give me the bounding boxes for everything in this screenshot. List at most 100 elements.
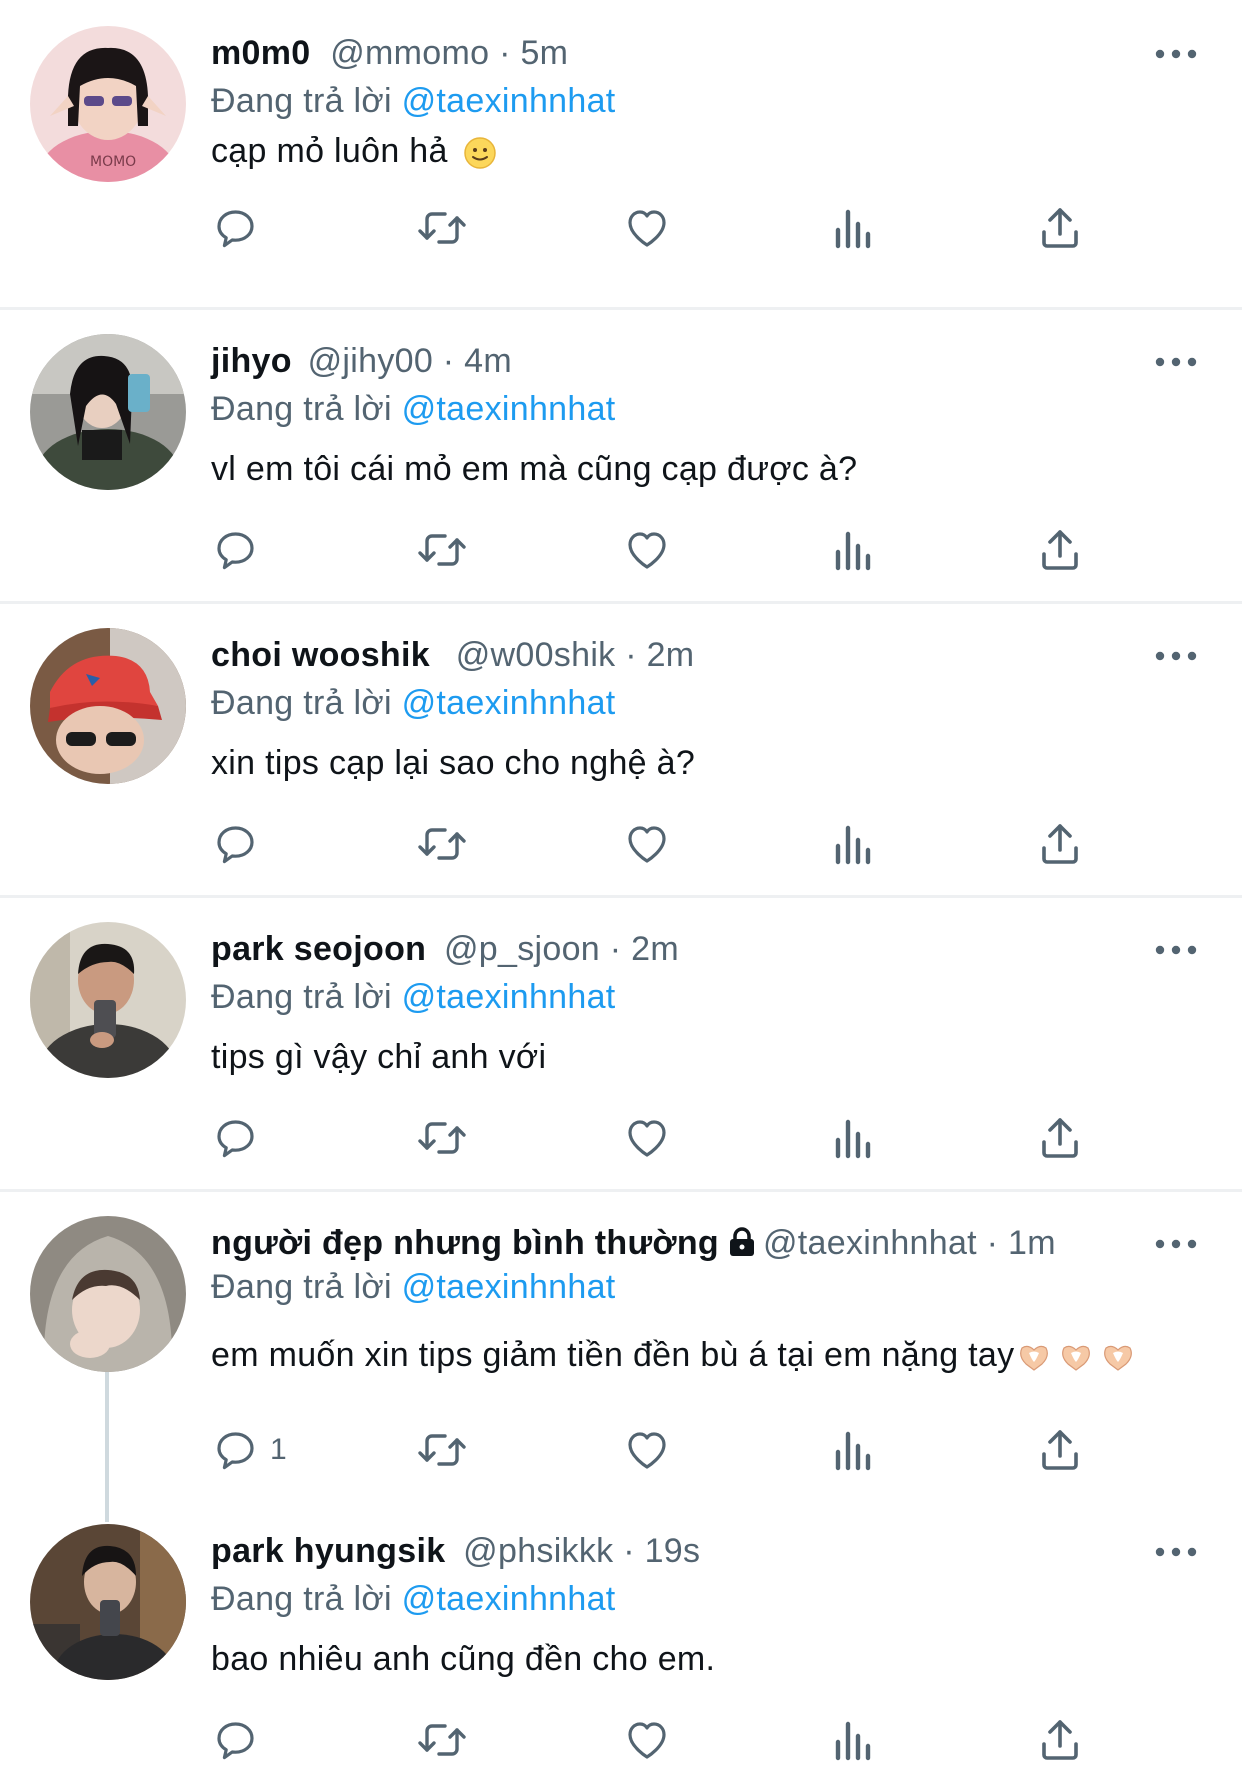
views-button[interactable]: [832, 1108, 876, 1168]
divider: [0, 1189, 1242, 1192]
views-button[interactable]: [832, 1420, 876, 1480]
like-button[interactable]: [623, 198, 671, 258]
tweet-text: cạp mỏ luôn hả: [211, 130, 497, 180]
mention-link[interactable]: @taexinhnhat: [402, 978, 616, 1016]
views-button[interactable]: [832, 520, 876, 580]
user-handle[interactable]: @w00shik: [456, 636, 616, 674]
retweet-button[interactable]: [415, 1420, 469, 1480]
share-button[interactable]: [1036, 1710, 1084, 1770]
display-name[interactable]: jihyo: [211, 342, 292, 380]
more-icon[interactable]: [1154, 354, 1198, 370]
user-handle[interactable]: @mmomo: [330, 34, 489, 72]
avatar[interactable]: MOMO: [30, 26, 186, 182]
tweet[interactable]: jihyo @jihy00 · 4m Đang trả lời @taexinh…: [0, 334, 1242, 584]
mention-link[interactable]: @taexinhnhat: [402, 1268, 616, 1306]
more-icon[interactable]: [1154, 1544, 1198, 1560]
avatar[interactable]: [30, 334, 186, 490]
tweet-text-content: cạp mỏ luôn hả: [211, 132, 448, 170]
display-name[interactable]: người đẹp nhưng bình thường: [211, 1224, 719, 1262]
tweet[interactable]: park hyungsik @phsikkk · 19s Đang trả lờ…: [0, 1524, 1242, 1782]
more-icon[interactable]: [1154, 942, 1198, 958]
share-button[interactable]: [1036, 198, 1084, 258]
share-button[interactable]: [1036, 814, 1084, 874]
reply-button[interactable]: [212, 520, 260, 580]
reply-feed: MOMO m0m0 @mmomo · 5m Đang trả lời @taex…: [0, 0, 1242, 1782]
avatar[interactable]: [30, 628, 186, 784]
retweet-button[interactable]: [415, 1108, 469, 1168]
timestamp[interactable]: 4m: [464, 342, 512, 380]
display-name[interactable]: park hyungsik: [211, 1532, 445, 1570]
share-button[interactable]: [1036, 1108, 1084, 1168]
tweet[interactable]: park seojoon @p_sjoon · 2m Đang trả lời …: [0, 922, 1242, 1172]
like-icon: [623, 1716, 671, 1764]
tweet[interactable]: người đẹp nhưng bình thường @taexinhnhat …: [0, 1216, 1242, 1506]
replying-to: Đang trả lời @taexinhnhat: [211, 976, 616, 1018]
like-icon: [623, 1426, 671, 1474]
display-name[interactable]: choi wooshik: [211, 636, 430, 674]
mention-link[interactable]: @taexinhnhat: [402, 82, 616, 120]
retweet-button[interactable]: [415, 198, 469, 258]
tweet[interactable]: MOMO m0m0 @mmomo · 5m Đang trả lời @taex…: [0, 26, 1242, 286]
like-button[interactable]: [623, 1420, 671, 1480]
reply-button[interactable]: [212, 198, 260, 258]
timestamp[interactable]: 19s: [645, 1532, 701, 1570]
tweet-text: bao nhiêu anh cũng đền cho em.: [211, 1638, 715, 1680]
timestamp[interactable]: 2m: [647, 636, 695, 674]
more-icon[interactable]: [1154, 648, 1198, 664]
reply-button[interactable]: [212, 1710, 260, 1770]
like-button[interactable]: [623, 1710, 671, 1770]
share-button[interactable]: [1036, 520, 1084, 580]
heart-hands-icon: [1018, 1340, 1142, 1382]
replying-to: Đang trả lời @taexinhnhat: [211, 388, 616, 430]
divider: [0, 307, 1242, 310]
reply-button[interactable]: [212, 1108, 260, 1168]
avatar[interactable]: [30, 1524, 186, 1680]
retweet-icon: [415, 204, 469, 252]
separator-dot: ·: [499, 34, 511, 72]
avatar[interactable]: [30, 922, 186, 1078]
tweet[interactable]: choi wooshik @w00shik · 2m Đang trả lời …: [0, 628, 1242, 878]
user-handle[interactable]: @phsikkk: [463, 1532, 613, 1570]
display-name[interactable]: park seojoon: [211, 930, 426, 968]
tweet-actions: [0, 198, 1242, 258]
like-button[interactable]: [623, 1108, 671, 1168]
tweet-actions: [0, 1710, 1242, 1770]
timestamp[interactable]: 2m: [631, 930, 679, 968]
user-handle[interactable]: @p_sjoon: [444, 930, 600, 968]
timestamp[interactable]: 1m: [1008, 1224, 1056, 1262]
tweet-header: park seojoon @p_sjoon · 2m: [211, 928, 679, 970]
reply-icon: [212, 1716, 260, 1764]
views-icon: [832, 1426, 876, 1474]
more-icon[interactable]: [1154, 1236, 1198, 1252]
lock-icon: [727, 1226, 757, 1268]
user-handle[interactable]: @taexinhnhat: [763, 1224, 977, 1262]
replying-prefix: Đang trả lời: [211, 1580, 392, 1618]
user-handle[interactable]: @jihy00: [308, 342, 433, 380]
like-icon: [623, 1114, 671, 1162]
more-icon[interactable]: [1154, 46, 1198, 62]
mention-link[interactable]: @taexinhnhat: [402, 684, 616, 722]
retweet-icon: [415, 820, 469, 868]
reply-button[interactable]: [212, 814, 260, 874]
views-button[interactable]: [832, 198, 876, 258]
retweet-button[interactable]: [415, 814, 469, 874]
like-icon: [623, 820, 671, 868]
replying-prefix: Đang trả lời: [211, 978, 392, 1016]
avatar[interactable]: [30, 1216, 186, 1372]
timestamp[interactable]: 5m: [520, 34, 568, 72]
views-button[interactable]: [832, 814, 876, 874]
like-button[interactable]: [623, 814, 671, 874]
like-button[interactable]: [623, 520, 671, 580]
retweet-button[interactable]: [415, 1710, 469, 1770]
retweet-icon: [415, 1426, 469, 1474]
retweet-button[interactable]: [415, 520, 469, 580]
share-button[interactable]: [1036, 1420, 1084, 1480]
mention-link[interactable]: @taexinhnhat: [402, 1580, 616, 1618]
reply-button[interactable]: 1: [212, 1420, 287, 1480]
tweet-header: m0m0 @mmomo · 5m: [211, 32, 568, 74]
tweet-actions: [0, 1108, 1242, 1168]
views-button[interactable]: [832, 1710, 876, 1770]
display-name[interactable]: m0m0: [211, 34, 310, 72]
like-icon: [623, 204, 671, 252]
mention-link[interactable]: @taexinhnhat: [402, 390, 616, 428]
